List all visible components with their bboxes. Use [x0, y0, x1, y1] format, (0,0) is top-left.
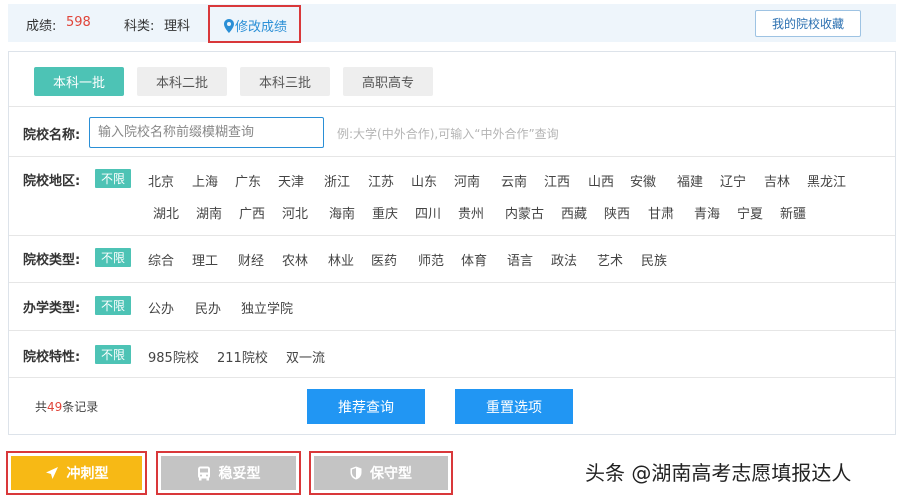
region-option[interactable]: 宁夏 [737, 203, 763, 222]
region-option[interactable]: 重庆 [372, 203, 398, 222]
region-option[interactable]: 湖北 [153, 203, 179, 222]
region-option[interactable]: 云南 [501, 171, 527, 190]
region-option[interactable]: 西藏 [561, 203, 587, 222]
divider [9, 377, 895, 378]
region-option[interactable]: 吉林 [764, 171, 790, 190]
region-option[interactable]: 黑龙江 [807, 171, 846, 190]
aggressive-type-button[interactable]: 冲刺型 [11, 456, 142, 490]
region-option[interactable]: 江西 [544, 171, 570, 190]
features-option[interactable]: 双一流 [286, 347, 325, 366]
school-type-option[interactable]: 政法 [551, 250, 577, 269]
region-label: 院校地区: [23, 174, 81, 189]
region-option[interactable]: 甘肃 [648, 203, 674, 222]
ownership-option[interactable]: 民办 [195, 298, 221, 317]
region-option[interactable]: 天津 [278, 171, 304, 190]
region-option[interactable]: 浙江 [324, 171, 350, 190]
modify-score-label: 修改成绩 [235, 20, 288, 35]
aggressive-tab-highlight: 冲刺型 [6, 451, 147, 495]
school-type-option[interactable]: 综合 [148, 250, 174, 269]
features-label: 院校特性: [23, 350, 81, 365]
region-option[interactable]: 辽宁 [720, 171, 746, 190]
rocket-icon [45, 467, 58, 479]
region-option[interactable]: 内蒙古 [505, 203, 544, 222]
school-type-option[interactable]: 理工 [192, 250, 218, 269]
safe-type-label: 稳妥型 [218, 466, 261, 482]
subject-label: 科类: [124, 19, 155, 34]
divider [9, 235, 895, 236]
school-type-option[interactable]: 医药 [371, 250, 397, 269]
region-option[interactable]: 山东 [411, 171, 437, 190]
my-favorites-button[interactable]: 我的院校收藏 [755, 10, 861, 37]
region-option[interactable]: 广东 [235, 171, 261, 190]
region-option[interactable]: 河南 [454, 171, 480, 190]
record-count: 共49条记录 [35, 400, 99, 414]
divider [9, 282, 895, 283]
features-option[interactable]: 985院校 [148, 347, 199, 366]
region-option[interactable]: 山西 [588, 171, 614, 190]
tab-vocational[interactable]: 高职高专 [343, 67, 433, 96]
region-option[interactable]: 贵州 [458, 203, 484, 222]
filter-panel: 本科一批 本科二批 本科三批 高职高专 院校名称: 例:大学(中外合作),可输入… [8, 51, 896, 435]
region-option[interactable]: 青海 [694, 203, 720, 222]
school-type-option-any[interactable]: 不限 [95, 248, 132, 267]
recommend-search-button[interactable]: 推荐查询 [307, 389, 425, 424]
safe-tab-highlight: 稳妥型 [156, 451, 301, 495]
record-count-value: 49 [47, 400, 63, 414]
divider [9, 330, 895, 331]
school-name-label: 院校名称: [23, 128, 81, 143]
region-option[interactable]: 安徽 [630, 171, 656, 190]
school-type-option[interactable]: 语言 [507, 250, 533, 269]
region-option[interactable]: 上海 [192, 171, 218, 190]
region-option[interactable]: 新疆 [780, 203, 806, 222]
conservative-tab-highlight: 保守型 [309, 451, 453, 495]
conservative-type-button[interactable]: 保守型 [314, 456, 448, 490]
ownership-option[interactable]: 公办 [148, 298, 174, 317]
subject-value: 理科 [164, 19, 191, 34]
safe-type-button[interactable]: 稳妥型 [161, 456, 296, 490]
tab-batch-2[interactable]: 本科二批 [137, 67, 227, 96]
ownership-option-any[interactable]: 不限 [95, 296, 132, 315]
region-option[interactable]: 陕西 [604, 203, 630, 222]
school-type-option[interactable]: 体育 [461, 250, 487, 269]
region-option[interactable]: 湖南 [196, 203, 222, 222]
watermark: 头条 @湖南高考志愿填报达人 [585, 461, 852, 485]
school-type-option[interactable]: 师范 [418, 250, 444, 269]
region-option[interactable]: 海南 [329, 203, 355, 222]
reset-options-button[interactable]: 重置选项 [455, 389, 573, 424]
divider [9, 156, 895, 157]
divider [9, 106, 895, 107]
tab-batch-3[interactable]: 本科三批 [240, 67, 330, 96]
region-option[interactable]: 河北 [282, 203, 308, 222]
shield-icon [350, 466, 362, 480]
conservative-type-label: 保守型 [370, 466, 412, 482]
score-bar: 成绩: 598 科类: 理科 修改成绩 我的院校收藏 [8, 4, 896, 43]
school-type-option[interactable]: 艺术 [597, 250, 623, 269]
ownership-option[interactable]: 独立学院 [241, 298, 293, 317]
region-option-any[interactable]: 不限 [95, 169, 132, 188]
location-pin-icon [224, 18, 234, 33]
school-name-search-input[interactable] [89, 117, 324, 148]
school-type-option[interactable]: 农林 [282, 250, 308, 269]
school-type-label: 院校类型: [23, 253, 81, 268]
region-option[interactable]: 福建 [677, 171, 703, 190]
region-option[interactable]: 江苏 [368, 171, 394, 190]
features-option-any[interactable]: 不限 [95, 345, 132, 364]
region-option[interactable]: 广西 [239, 203, 265, 222]
search-hint: 例:大学(中外合作),可输入“中外合作”查询 [337, 127, 559, 141]
school-type-option[interactable]: 民族 [641, 250, 667, 269]
ownership-label: 办学类型: [23, 301, 81, 316]
modify-score-highlight: 修改成绩 [208, 5, 301, 43]
bus-icon [197, 466, 210, 480]
aggressive-type-label: 冲刺型 [66, 466, 109, 482]
tab-batch-1[interactable]: 本科一批 [34, 67, 124, 96]
features-option[interactable]: 211院校 [217, 347, 268, 366]
score-value: 598 [66, 15, 91, 30]
school-type-option[interactable]: 财经 [238, 250, 264, 269]
region-option[interactable]: 四川 [415, 203, 441, 222]
school-type-option[interactable]: 林业 [328, 250, 354, 269]
modify-score-link[interactable]: 修改成绩 [224, 16, 287, 35]
score-label: 成绩: [26, 19, 57, 34]
region-option[interactable]: 北京 [148, 171, 174, 190]
